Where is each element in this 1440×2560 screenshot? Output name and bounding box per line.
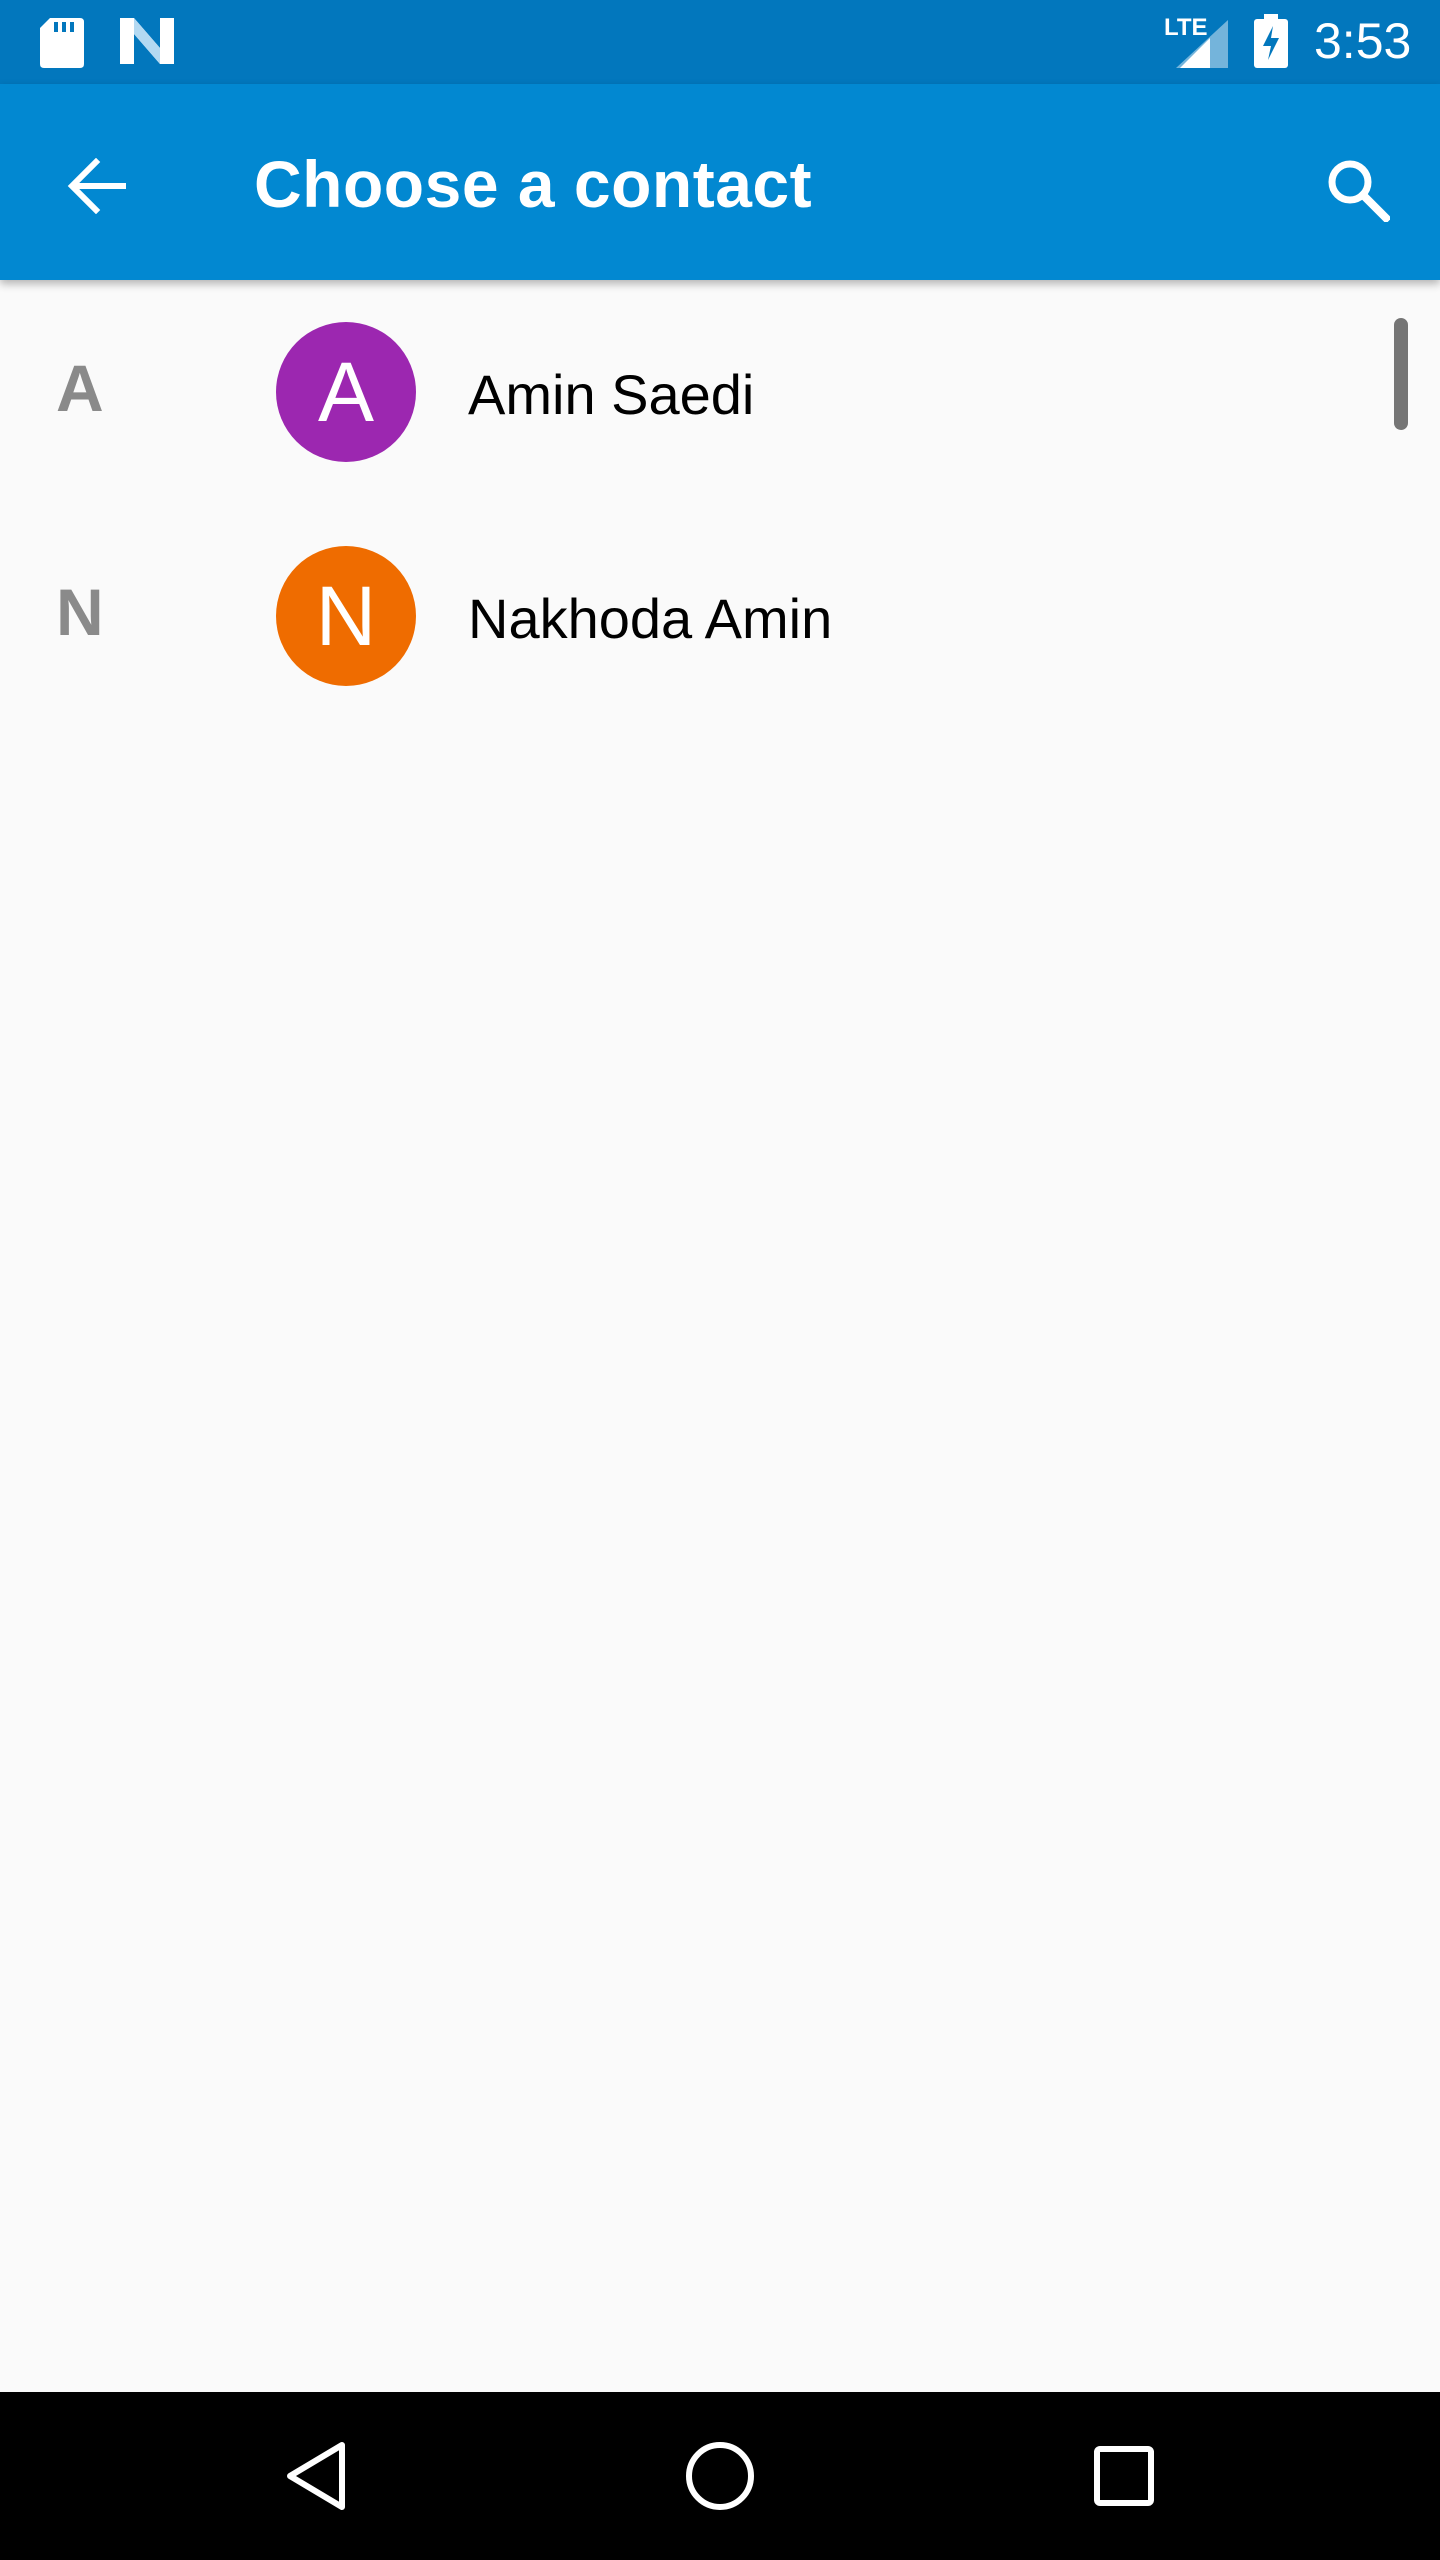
status-clock: 3:53 (1314, 13, 1412, 69)
nav-back-button[interactable] (256, 2416, 376, 2536)
navigation-bar (0, 2392, 1440, 2560)
avatar: A (276, 322, 416, 462)
home-circle-icon (686, 2442, 754, 2510)
avatar: N (276, 546, 416, 686)
contact-name: Nakhoda Amin (468, 587, 833, 650)
contact-list[interactable]: A A Amin Saedi N N Nakhoda Amin (0, 280, 1440, 2392)
back-button[interactable] (48, 138, 144, 234)
lte-signal-icon (1176, 20, 1228, 68)
section-header-letter: N (56, 575, 104, 649)
scrollbar-thumb[interactable] (1394, 318, 1408, 430)
battery-charging-icon (1254, 14, 1288, 68)
contact-name: Amin Saedi (468, 363, 755, 426)
app-bar: Choose a contact (0, 84, 1440, 280)
recents-square-icon (1094, 2446, 1154, 2506)
search-icon (1328, 160, 1390, 222)
n-logo-icon (120, 18, 174, 64)
nav-recents-button[interactable] (1064, 2416, 1184, 2536)
contact-row[interactable]: A A Amin Saedi (0, 280, 1440, 504)
sd-card-icon (40, 18, 84, 68)
search-button[interactable] (1310, 142, 1406, 238)
contact-row[interactable]: N N Nakhoda Amin (0, 504, 1440, 728)
nav-home-button[interactable] (660, 2416, 780, 2536)
arrow-back-icon (67, 158, 126, 214)
section-header-letter: A (56, 351, 104, 425)
page-title: Choose a contact (254, 147, 813, 221)
back-triangle-icon (287, 2442, 345, 2510)
status-bar: LTE 3:53 (0, 0, 1440, 84)
